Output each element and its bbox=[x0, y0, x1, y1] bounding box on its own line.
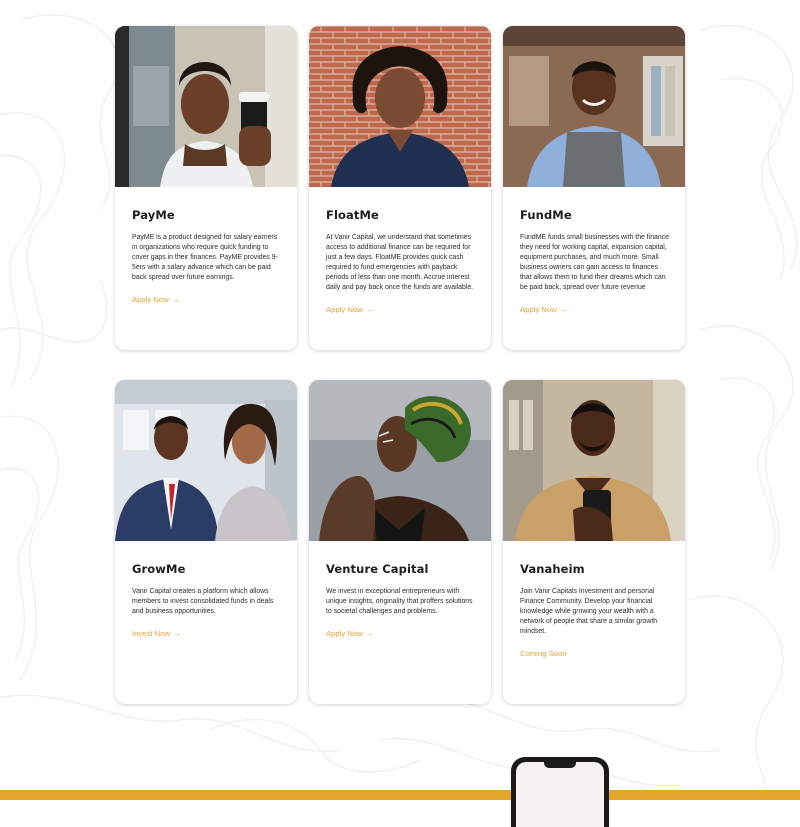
action-label: Apply Now bbox=[520, 305, 557, 314]
action-label: Apply Now bbox=[326, 305, 363, 314]
payme-photo bbox=[115, 26, 297, 187]
card-title: GrowMe bbox=[132, 562, 186, 576]
coming-soon-link[interactable]: Coming Soon bbox=[520, 649, 570, 658]
floatme-photo bbox=[309, 26, 491, 187]
action-label: Invest Now bbox=[132, 629, 171, 638]
fundme-photo bbox=[503, 26, 685, 187]
action-label: Apply Now bbox=[326, 629, 363, 638]
arrow-right-icon: → bbox=[365, 305, 374, 314]
card-title: PayMe bbox=[132, 208, 175, 222]
card-description: PayME is a product designed for salary e… bbox=[132, 234, 278, 281]
card-description: Vanir Capital creates a platform which a… bbox=[132, 588, 274, 615]
action-label: Apply Now bbox=[132, 295, 169, 304]
vanaheim-photo bbox=[503, 380, 685, 541]
card-venture-capital: Venture Capital We invest in exceptional… bbox=[309, 380, 491, 704]
arrow-right-icon: → bbox=[171, 295, 180, 304]
phone-notch bbox=[544, 762, 576, 768]
card-payme: PayMe PayME is a product designed for sa… bbox=[115, 26, 297, 350]
card-title: Venture Capital bbox=[326, 562, 429, 576]
venture-capital-photo bbox=[309, 380, 491, 541]
apply-now-link[interactable]: Apply Now → bbox=[132, 295, 180, 304]
card-description: At Vanir Capital, we understand that som… bbox=[326, 234, 474, 291]
arrow-right-icon: → bbox=[173, 629, 182, 638]
footer-accent-band bbox=[0, 790, 800, 800]
card-title: Vanaheim bbox=[520, 562, 585, 576]
arrow-right-icon: → bbox=[365, 629, 374, 638]
card-description: FundME funds small businesses with the f… bbox=[520, 234, 669, 291]
apply-now-link[interactable]: Apply Now → bbox=[326, 629, 374, 638]
apply-now-link[interactable]: Apply Now → bbox=[326, 305, 374, 314]
card-vanaheim: Vanaheim Join Vanir Capitals Investment … bbox=[503, 380, 685, 704]
arrow-right-icon: → bbox=[559, 305, 568, 314]
card-description: Join Vanir Capitals Investment and perso… bbox=[520, 588, 658, 635]
phone-mockup-image bbox=[511, 757, 609, 827]
phone-screen bbox=[516, 762, 604, 827]
product-card-grid: PayMe PayME is a product designed for sa… bbox=[115, 26, 685, 704]
growme-photo bbox=[115, 380, 297, 541]
card-floatme: FloatMe At Vanir Capital, we understand … bbox=[309, 26, 491, 350]
card-title: FundMe bbox=[520, 208, 572, 222]
card-growme: GrowMe Vanir Capital creates a platform … bbox=[115, 380, 297, 704]
apply-now-link[interactable]: Apply Now → bbox=[520, 305, 568, 314]
invest-now-link[interactable]: Invest Now → bbox=[132, 629, 181, 638]
action-label: Coming Soon bbox=[520, 649, 567, 658]
card-description: We invest in exceptional entrepreneurs w… bbox=[326, 588, 473, 615]
card-title: FloatMe bbox=[326, 208, 379, 222]
card-fundme: FundMe FundME funds small businesses wit… bbox=[503, 26, 685, 350]
